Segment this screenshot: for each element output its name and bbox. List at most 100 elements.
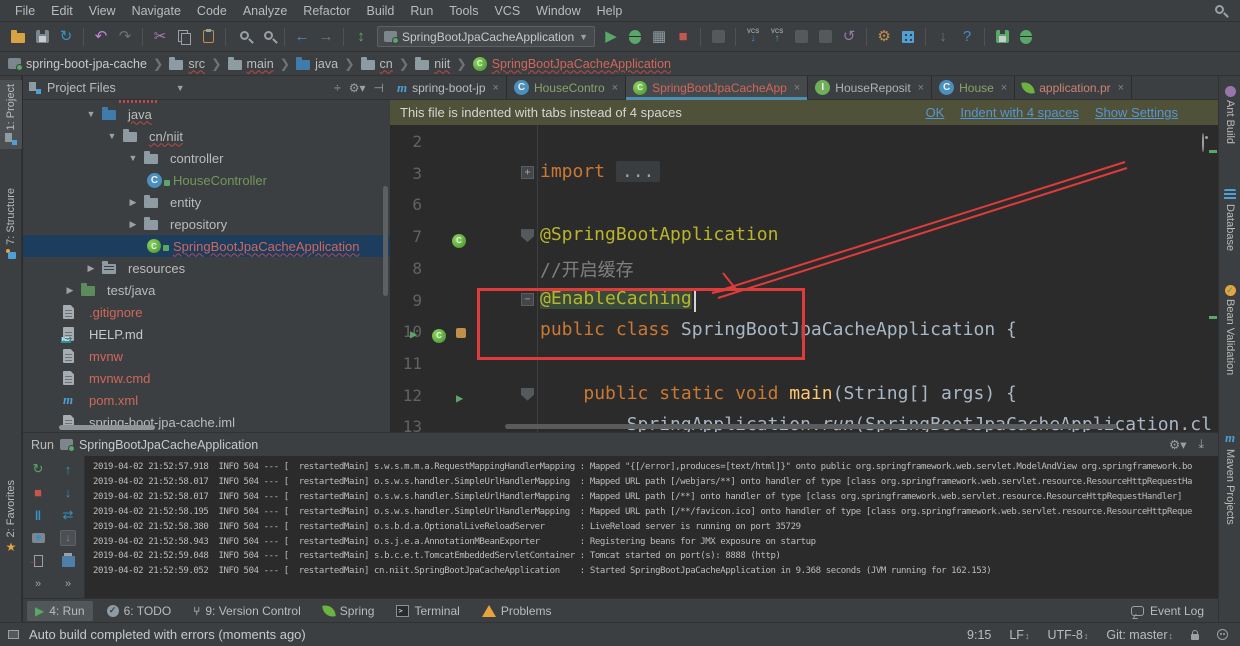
menu-code[interactable]: Code xyxy=(190,2,234,20)
banner-action-indent-with-4-spaces[interactable]: Indent with 4 spaces xyxy=(960,105,1079,120)
project-panel-header[interactable]: Project Files ▼ ÷ ⚙▾ ⊣ xyxy=(23,76,390,100)
compare-icon[interactable]: ↕ xyxy=(349,26,373,48)
down-stacktrace-icon[interactable]: ↓ xyxy=(59,484,77,500)
coverage-icon[interactable]: ▦ xyxy=(647,26,671,48)
tab-springbootjpacacheapp[interactable]: C SpringBootJpaCacheApp × xyxy=(626,76,809,100)
code-line-6[interactable]: 6 xyxy=(390,190,1218,222)
tree-collapse-arrow-icon[interactable]: ▶ xyxy=(63,285,77,296)
tree-item-pom-xml[interactable]: m pom.xml xyxy=(23,389,390,411)
hide-panel-icon[interactable]: ⊣ xyxy=(374,81,384,95)
fold-marker-icon[interactable] xyxy=(521,229,534,243)
vcs-update-icon[interactable]: VCS ↓ xyxy=(741,26,765,48)
banner-action-ok[interactable]: OK xyxy=(926,105,945,120)
breadcrumb-item[interactable]: C SpringBootJpaCacheApplication xyxy=(472,56,671,71)
menu-build[interactable]: Build xyxy=(360,2,402,20)
breadcrumb-item[interactable]: java xyxy=(296,56,338,71)
tab-house[interactable]: C House × xyxy=(932,76,1016,99)
help-icon[interactable]: ? xyxy=(955,26,979,48)
caret-position[interactable]: 9:15 xyxy=(967,628,991,642)
redo-icon[interactable]: ↷ xyxy=(113,26,137,48)
gutter-icon-wrap[interactable]: C xyxy=(432,323,446,343)
tree-collapse-arrow-icon[interactable]: ▶ xyxy=(126,197,140,208)
download-icon[interactable]: ↓ xyxy=(931,26,955,48)
line-separator[interactable]: LF↕ xyxy=(1009,628,1029,642)
menu-vcs[interactable]: VCS xyxy=(487,2,527,20)
stop-icon[interactable]: ■ xyxy=(671,26,695,48)
menu-view[interactable]: View xyxy=(82,2,123,20)
cut-icon[interactable]: ✂ xyxy=(148,26,172,48)
menu-run[interactable]: Run xyxy=(403,2,440,20)
menu-tools[interactable]: Tools xyxy=(442,2,485,20)
shelve-icon[interactable] xyxy=(789,26,813,48)
tree-collapse-arrow-icon[interactable]: ▶ xyxy=(126,219,140,230)
search-everywhere-icon[interactable] xyxy=(1206,0,1230,22)
breadcrumb-item[interactable]: cn xyxy=(360,56,393,71)
toolwindow-tab-spring[interactable]: Spring xyxy=(315,601,383,621)
tab-application-pr[interactable]: application.pr × xyxy=(1015,76,1133,99)
back-icon[interactable]: ← xyxy=(290,26,314,48)
toolwindow-tab-4-run[interactable]: ▶ 4: Run xyxy=(27,600,93,621)
copy-icon[interactable] xyxy=(172,26,196,48)
code-pane[interactable]: 2 3 + import ... 6 7 C @SpringBootApplication 8 /… xyxy=(390,125,1218,432)
toolwindow-tab-terminal[interactable]: > Terminal xyxy=(388,601,467,621)
restart-server-icon[interactable]: ⇄ xyxy=(59,507,77,523)
more-actions-icon[interactable]: » xyxy=(29,576,47,592)
chevron-down-icon[interactable]: ▼ xyxy=(176,83,185,93)
close-icon[interactable]: × xyxy=(1001,82,1007,94)
stripe-item-7-structure[interactable]: 7: Structure xyxy=(0,184,22,264)
scroll-to-end-icon[interactable]: ↓ xyxy=(59,530,77,546)
close-icon[interactable]: × xyxy=(1118,82,1124,94)
tree-item-help-md[interactable]: MD HELP.md xyxy=(23,323,390,345)
collapse-all-icon[interactable]: ÷ xyxy=(334,81,341,95)
save-all-icon[interactable] xyxy=(30,26,54,48)
tool-window-toggle-icon[interactable] xyxy=(8,630,19,639)
code-line-13[interactable]: 13 SpringApplication.run(SpringBootJpaCa… xyxy=(390,412,1218,432)
error-stripe-mark[interactable] xyxy=(1209,316,1217,319)
close-icon[interactable]: × xyxy=(918,82,924,94)
dock-icon[interactable]: ⤓ xyxy=(1198,437,1204,452)
status-message[interactable]: Auto build completed with errors (moment… xyxy=(29,627,306,642)
code-line-8[interactable]: 8 //开启缓存 xyxy=(390,254,1218,286)
tree-expand-arrow-icon[interactable]: ▼ xyxy=(105,131,119,141)
fold-marker-icon[interactable]: + xyxy=(521,165,534,179)
forward-icon[interactable]: → xyxy=(314,26,338,48)
tree-item-repository[interactable]: ▶ repository xyxy=(23,213,390,235)
toolwindow-tab-problems[interactable]: Problems xyxy=(474,601,560,621)
dump-threads-icon[interactable] xyxy=(29,530,47,546)
lock-icon[interactable] xyxy=(1191,629,1199,640)
gutter-icon-wrap[interactable] xyxy=(456,323,466,342)
toolwindow-tab-9-version-control[interactable]: ⑂ 9: Version Control xyxy=(185,601,309,621)
tree-item-controller[interactable]: ▼ controller xyxy=(23,147,390,169)
banner-action-show-settings[interactable]: Show Settings xyxy=(1095,105,1178,120)
gutter-icon-wrap[interactable]: ▶ xyxy=(456,387,463,406)
code-line-7[interactable]: 7 C @SpringBootApplication xyxy=(390,222,1218,254)
breadcrumb-item[interactable]: src xyxy=(169,56,205,71)
file-encoding[interactable]: UTF-8↕ xyxy=(1047,628,1088,642)
code-line-2[interactable]: 2 xyxy=(390,127,1218,159)
stripe-item-database[interactable]: Database xyxy=(1219,185,1240,255)
more-actions-icon[interactable]: » xyxy=(59,576,77,592)
settings-icon[interactable]: ⚙ xyxy=(872,26,896,48)
menu-refactor[interactable]: Refactor xyxy=(296,2,357,20)
profiler-icon[interactable] xyxy=(706,26,730,48)
inspections-eye-icon[interactable] xyxy=(1202,133,1204,152)
breadcrumb-item[interactable]: spring-boot-jpa-cache xyxy=(8,57,147,71)
stripe-item-maven-projects[interactable]: m Maven Projects xyxy=(1219,426,1240,529)
gutter-icon-wrap[interactable]: C xyxy=(452,228,466,248)
tree-expand-arrow-icon[interactable]: ▼ xyxy=(84,109,98,119)
find-icon[interactable] xyxy=(231,26,255,48)
run-icon[interactable]: ▶ xyxy=(599,26,623,48)
replace-icon[interactable] xyxy=(255,26,279,48)
highlighting-level-icon[interactable] xyxy=(1217,629,1228,640)
run-configuration-selector[interactable]: SpringBootJpaCacheApplication ▼ xyxy=(377,26,596,47)
stop-icon[interactable]: ■ xyxy=(29,484,47,500)
stripe-item-2-favorites[interactable]: 2: Favorites ★ xyxy=(0,476,22,558)
error-stripe-mark[interactable] xyxy=(1209,150,1217,153)
tree-item--gitignore[interactable]: .gitignore xyxy=(23,301,390,323)
tab-housecontro[interactable]: C HouseContro × xyxy=(507,76,627,99)
tree-item-resources[interactable]: ▶ resources xyxy=(23,257,390,279)
menu-analyze[interactable]: Analyze xyxy=(236,2,294,20)
paste-icon[interactable] xyxy=(196,26,220,48)
close-icon[interactable]: × xyxy=(493,82,499,94)
tree-item-mvnw[interactable]: mvnw xyxy=(23,345,390,367)
